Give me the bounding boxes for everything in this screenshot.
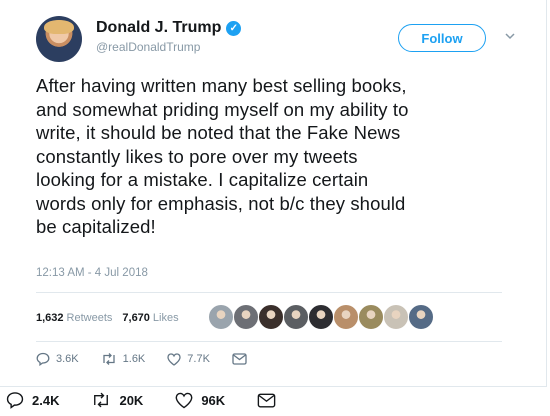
envelope-icon [257, 393, 276, 407]
liker-avatar[interactable] [258, 304, 284, 330]
avatar-hair [44, 20, 74, 34]
liker-avatar[interactable] [408, 304, 434, 330]
retweet-icon [102, 353, 115, 365]
heart-icon [167, 352, 181, 366]
retweet-icon [94, 392, 109, 408]
retweet-button[interactable]: 1.6K [101, 352, 146, 366]
divider [36, 292, 502, 293]
liker-avatar[interactable] [208, 304, 234, 330]
tweet-timestamp[interactable]: 12:13 AM - 4 Jul 2018 [36, 267, 148, 279]
reply-icon [36, 352, 50, 366]
retweet-count: 1.6K [122, 353, 146, 365]
avatar[interactable] [36, 16, 82, 62]
follow-button[interactable]: Follow [398, 24, 486, 52]
liker-avatar[interactable] [308, 304, 334, 330]
liker-avatar[interactable] [333, 304, 359, 330]
liker-avatar[interactable] [358, 304, 384, 330]
likes-count[interactable]: 7,670 [122, 312, 150, 324]
user-handle[interactable]: @realDonaldTrump [96, 40, 200, 54]
tweet-line: words only for emphasis, not b/c they sh… [36, 192, 406, 214]
tweet-stats: 1,632 Retweets 7,670 Likes [36, 312, 179, 324]
liker-avatars [208, 304, 434, 330]
reply-icon [6, 392, 24, 409]
message-button[interactable] [232, 353, 253, 365]
divider [36, 341, 502, 342]
retweets-label[interactable]: Retweets [67, 312, 113, 324]
outer-actions: 2.4K 20K 96K [6, 391, 316, 409]
likes-label[interactable]: Likes [153, 312, 179, 324]
tweet-line: write, it should be noted that the Fake … [36, 122, 401, 143]
tweet-line: and somewhat priding myself on my abilit… [36, 98, 409, 120]
tweet-line: After having written many best selling b… [36, 75, 407, 96]
chevron-down-icon[interactable] [503, 30, 517, 44]
outer-retweet-button[interactable]: 20K [91, 391, 143, 409]
tweet-line: looking for a mistake. I capitalize cert… [36, 169, 369, 190]
envelope-icon [232, 353, 247, 365]
reply-button[interactable]: 3.6K [36, 352, 79, 366]
outer-retweet-count: 20K [119, 392, 144, 408]
verified-badge-icon: ✓ [226, 20, 242, 36]
retweets-count[interactable]: 1,632 [36, 312, 64, 324]
liker-avatar[interactable] [233, 304, 259, 330]
display-name[interactable]: Donald J. Trump [96, 19, 221, 37]
outer-message-button[interactable] [257, 393, 284, 408]
name-row: Donald J. Trump ✓ [96, 19, 242, 37]
tweet-line: constantly likes to pore over my tweets [36, 145, 358, 167]
liker-avatar[interactable] [383, 304, 409, 330]
tweet-text: After having written many best selling b… [36, 74, 536, 239]
tweet-card: Donald J. Trump ✓ @realDonaldTrump Follo… [0, 0, 547, 387]
tweet-line: be capitalized! [36, 216, 156, 237]
heart-icon [175, 392, 193, 408]
like-count: 7.7K [187, 353, 210, 365]
outer-like-count: 96K [201, 392, 226, 408]
like-button[interactable]: 7.7K [167, 352, 210, 366]
liker-avatar[interactable] [283, 304, 309, 330]
outer-like-button[interactable]: 96K [175, 392, 225, 409]
outer-reply-count: 2.4K [32, 392, 60, 408]
reply-count: 3.6K [56, 353, 79, 365]
outer-reply-button[interactable]: 2.4K [6, 391, 59, 409]
tweet-actions: 3.6K 1.6K 7.7K [36, 352, 275, 366]
